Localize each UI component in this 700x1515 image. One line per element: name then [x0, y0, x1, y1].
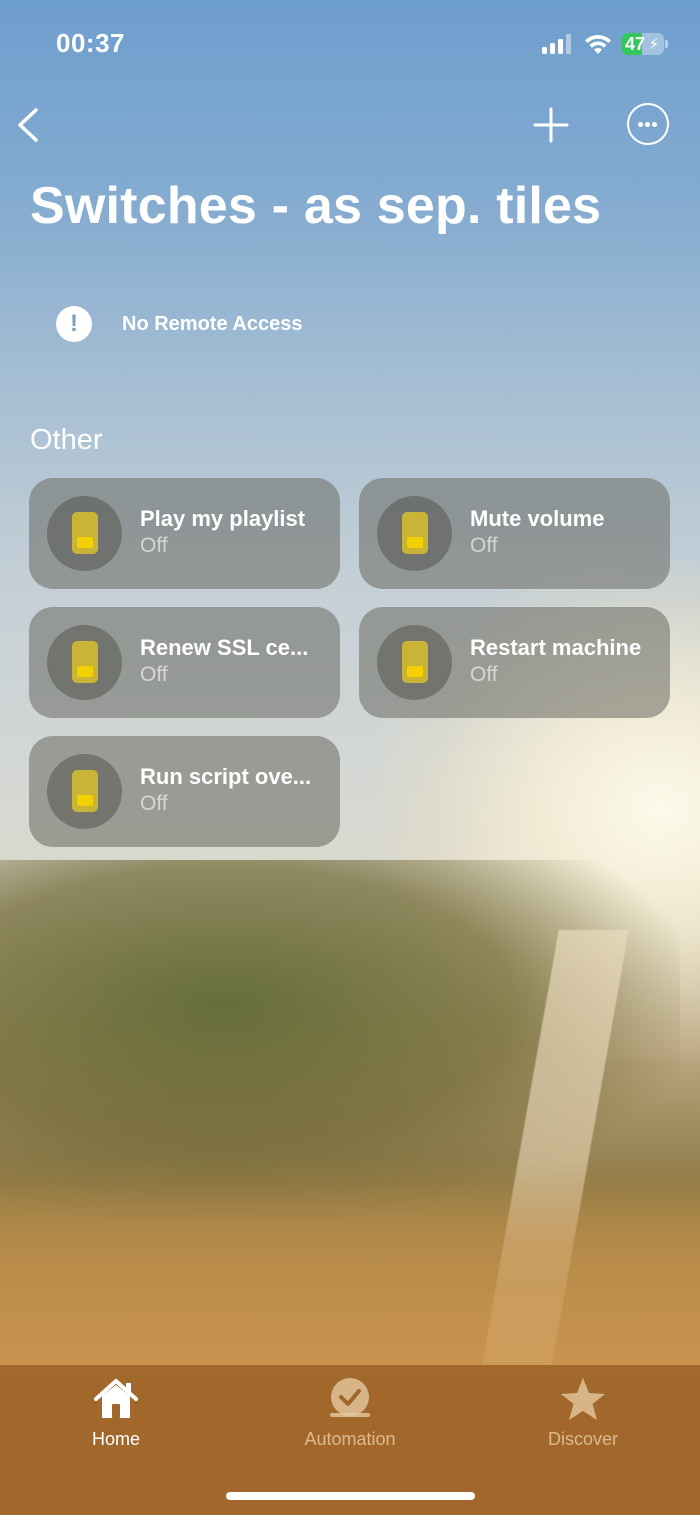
tile-name: Mute volume: [470, 506, 605, 531]
tab-home[interactable]: Home: [36, 1365, 196, 1465]
section-title: Other: [30, 424, 103, 456]
switch-icon-container[interactable]: [47, 625, 122, 700]
switch-icon: [402, 641, 428, 683]
switch-icon-container[interactable]: [47, 754, 122, 829]
star-icon: [561, 1378, 605, 1420]
more-options-button[interactable]: [627, 103, 669, 145]
status-time: 00:37: [56, 28, 125, 58]
tile-renew-ssl[interactable]: Renew SSL ce... Off: [29, 607, 340, 718]
switch-icon-container[interactable]: [47, 496, 122, 571]
wifi-icon: [585, 34, 611, 54]
remote-access-status[interactable]: ! No Remote Access: [56, 304, 302, 344]
clock-check-icon: [330, 1378, 370, 1417]
switch-icon: [72, 770, 98, 812]
tile-play-my-playlist[interactable]: Play my playlist Off: [29, 478, 340, 589]
tile-name: Play my playlist: [140, 506, 306, 531]
tab-discover[interactable]: Discover: [503, 1365, 663, 1465]
tile-state: Off: [140, 663, 168, 686]
tab-bar: Home Automation Discover: [0, 1365, 700, 1515]
tile-restart-machine[interactable]: Restart machine Off: [359, 607, 670, 718]
switch-icon-container[interactable]: [377, 496, 452, 571]
switch-icon: [402, 512, 428, 554]
plus-icon: [533, 107, 569, 143]
chevron-left-icon: [18, 108, 38, 142]
charging-bolt-icon: ⚡: [648, 36, 659, 53]
switch-icon: [72, 641, 98, 683]
battery-percent: 47: [625, 34, 646, 54]
cellular-signal-icon: [542, 34, 572, 54]
tile-state: Off: [140, 792, 168, 815]
tile-state: Off: [470, 534, 498, 557]
switch-icon-container[interactable]: [377, 625, 452, 700]
tab-automation[interactable]: Automation: [270, 1365, 430, 1465]
house-icon: [94, 1379, 138, 1418]
ellipsis-circle-icon: [638, 122, 643, 127]
tab-label: Automation: [304, 1429, 396, 1449]
switch-icon: [72, 512, 98, 554]
tab-label: Discover: [547, 1429, 618, 1449]
tile-name: Restart machine: [470, 635, 642, 660]
tile-name: Renew SSL ce...: [140, 635, 309, 660]
tile-run-script[interactable]: Run script ove... Off: [29, 736, 340, 847]
status-bar: 00:37 47 ⚡: [0, 0, 700, 90]
back-button[interactable]: [14, 104, 54, 146]
page-title: Switches - as sep. tiles: [30, 177, 602, 235]
tile-mute-volume[interactable]: Mute volume Off: [359, 478, 670, 589]
home-indicator[interactable]: [226, 1492, 475, 1500]
tab-label: Home: [91, 1429, 140, 1449]
remote-access-label: No Remote Access: [122, 312, 303, 335]
exclamation-circle-icon: !: [56, 306, 92, 342]
tile-state: Off: [140, 534, 168, 557]
battery-icon: 47 ⚡: [622, 33, 668, 55]
tile-state: Off: [470, 663, 498, 686]
add-button[interactable]: [530, 104, 572, 146]
tile-name: Run script ove...: [140, 764, 312, 789]
